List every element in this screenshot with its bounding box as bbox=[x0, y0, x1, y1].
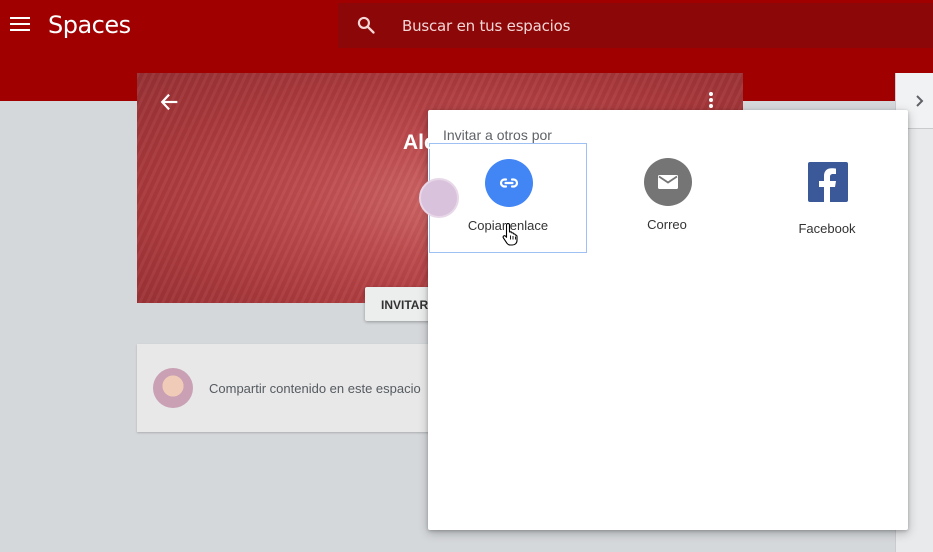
invite-share-popup: Invitar a otros por Copiar enlace Correo… bbox=[428, 110, 908, 530]
search-icon[interactable] bbox=[356, 15, 376, 35]
hand-cursor-icon bbox=[502, 222, 518, 246]
back-arrow-icon[interactable] bbox=[159, 91, 181, 113]
space-title: Alc bbox=[403, 131, 436, 154]
search-bar[interactable]: Buscar en tus espacios bbox=[338, 3, 933, 48]
facebook-icon bbox=[808, 162, 848, 202]
link-icon bbox=[485, 159, 533, 207]
mail-icon bbox=[644, 158, 692, 206]
search-input[interactable]: Buscar en tus espacios bbox=[402, 17, 570, 35]
facebook-option[interactable]: Facebook bbox=[749, 143, 907, 253]
more-options-icon[interactable] bbox=[703, 90, 719, 112]
menu-icon[interactable] bbox=[10, 15, 32, 35]
option-label: Facebook bbox=[798, 221, 856, 236]
popup-heading: Invitar a otros por bbox=[443, 127, 552, 143]
app-title: Spaces bbox=[48, 11, 131, 39]
compose-card[interactable]: Compartir contenido en este espacio bbox=[137, 344, 437, 432]
avatar bbox=[153, 368, 193, 408]
option-label: Correo bbox=[647, 217, 687, 232]
email-option[interactable]: Correo bbox=[589, 143, 747, 253]
member-avatar[interactable] bbox=[419, 178, 459, 218]
compose-prompt[interactable]: Compartir contenido en este espacio bbox=[209, 381, 421, 396]
